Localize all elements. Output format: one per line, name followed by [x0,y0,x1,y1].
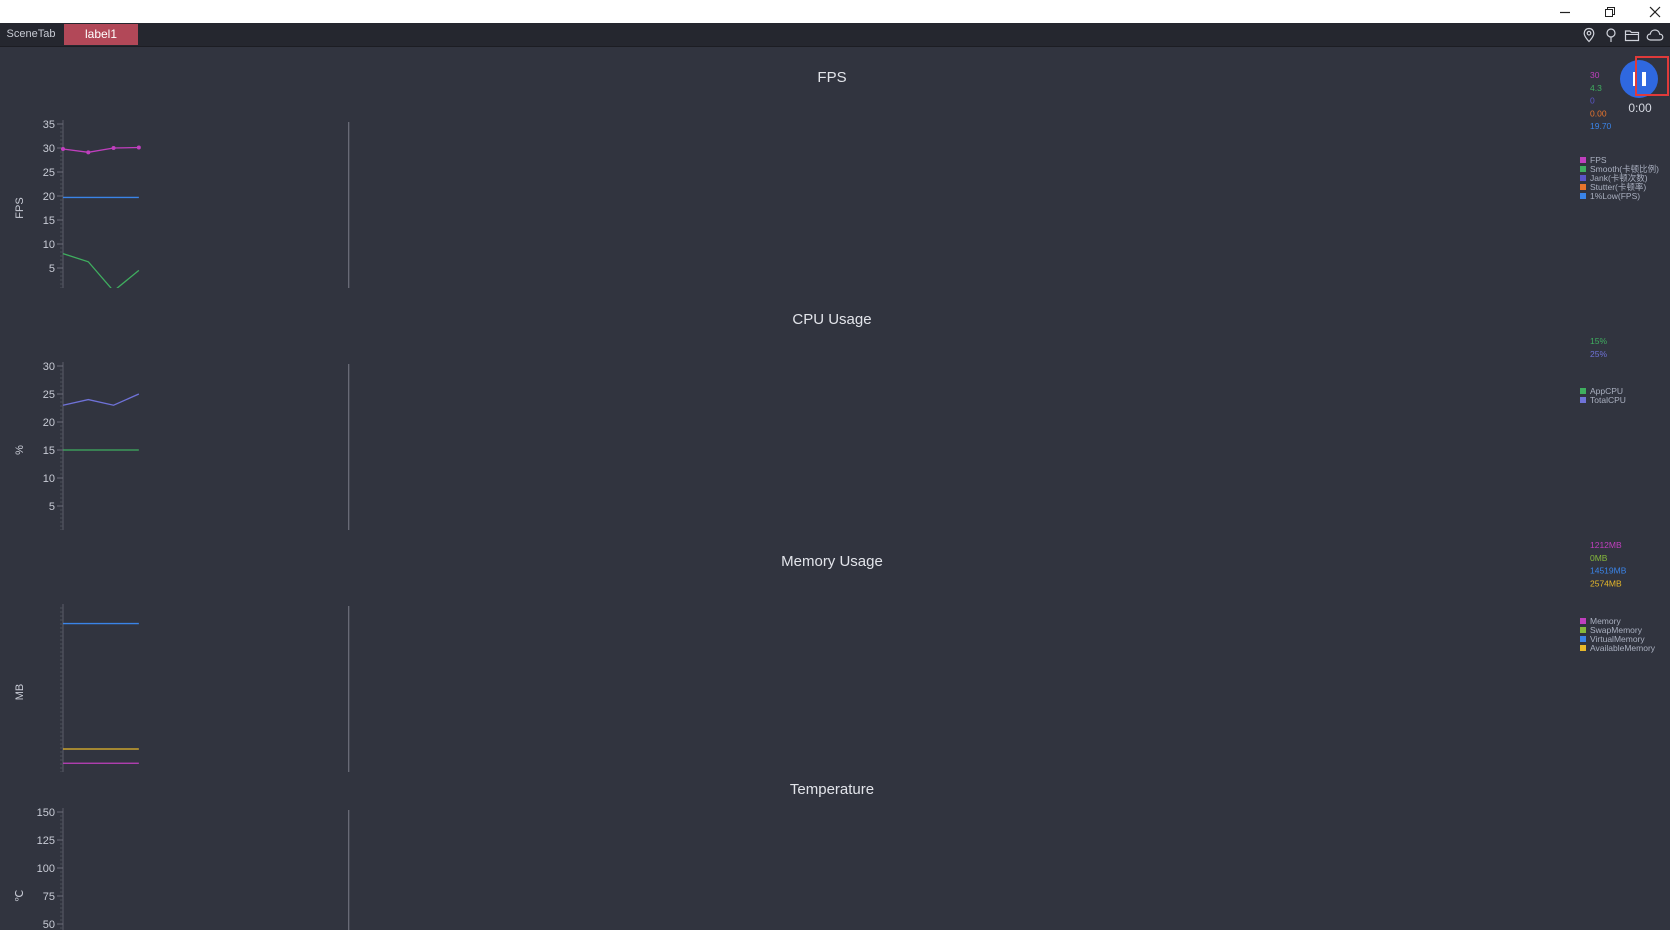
pause-button[interactable] [1620,60,1658,98]
current-value-swapmemory: 0MB [1590,553,1608,563]
restore-icon [1605,6,1615,17]
tab-label1[interactable]: label1 [64,24,138,45]
series-point-fps [86,150,91,155]
y-tick-label: 15 [43,215,55,227]
y-tick-label: 20 [43,417,55,429]
close-button[interactable] [1635,0,1670,23]
cloud-icon[interactable] [1646,27,1664,43]
legend-swatch-totalcpu [1580,397,1586,403]
y-tick-label: 5 [49,263,55,275]
current-value-jank: 0 [1590,96,1595,106]
pause-icon-bar [1641,72,1646,86]
y-axis-label: MB [14,684,26,701]
legend-swatch-virtualmemory [1580,636,1586,642]
pause-icon [1632,72,1637,86]
fps-chart: FPSFPS051015202530350:000:040:080:120:16… [14,69,1659,288]
chart-title: Temperature [790,781,874,798]
legend-swatch-jank [1580,175,1586,181]
current-value-totalcpu: 25% [1590,349,1607,359]
pin-icon[interactable] [1603,27,1619,43]
y-tick-label: 5 [49,501,55,513]
legend-swatch-1%low-fps [1580,193,1586,199]
y-tick-label: 100 [37,863,55,875]
scene-tab-bar: SceneTab label1 [0,23,1670,47]
series-point-fps [111,146,116,150]
location-icon[interactable] [1581,27,1597,43]
restore-button[interactable] [1590,0,1630,23]
legend-swatch-swapmemory [1580,627,1586,633]
current-value-1%low-fps: 19.70 [1590,121,1612,131]
chart-title: FPS [817,69,846,86]
folder-icon[interactable] [1624,27,1640,43]
y-tick-label: 125 [37,835,55,847]
current-value-smooth: 4.3 [1590,83,1602,93]
legend-swatch-stutter [1580,184,1586,190]
legend-swatch-fps [1580,157,1586,163]
legend-swatch-appcpu [1580,388,1586,394]
series-point-fps [136,145,141,150]
current-value-memory: 1212MB [1590,540,1622,550]
current-value-virtualmemory: 14519MB [1590,566,1627,576]
y-tick-label: 50 [43,919,55,930]
elapsed-time: 0:00 [1628,101,1652,115]
y-tick-label: 35 [43,119,55,131]
close-icon [1649,6,1661,17]
legend-label-availablememory: AvailableMemory [1590,643,1656,653]
y-tick-label: 30 [43,143,55,155]
temperature-chart: Temperature ℃ 50 75 100 125 150 [14,781,874,930]
y-tick-label: 15 [43,445,55,457]
y-tick-label: 25 [43,389,55,401]
y-tick-label: 10 [43,239,55,251]
chart-title: CPU Usage [792,311,871,328]
legend-label-1%low-fps: 1%Low(FPS) [1590,191,1640,201]
legend-swatch-smooth [1580,166,1586,172]
memory-usage-chart: Memory UsageMB0:000:040:080:120:160:200:… [14,540,1656,772]
series-line-smooth [62,252,140,288]
legend-swatch-availablememory [1580,645,1586,651]
current-value-availablememory: 2574MB [1590,578,1622,588]
series-line-fps [62,146,139,153]
tab-scene[interactable]: SceneTab [0,24,62,45]
y-tick-label: 20 [43,191,55,203]
y-tick-label: 10 [43,473,55,485]
current-value-appcpu: 15% [1590,336,1607,346]
legend-swatch-memory [1580,618,1586,624]
minimize-icon [1560,11,1570,13]
series-line-totalcpu [62,393,140,406]
series-point-fps [61,146,65,151]
chart-title: Memory Usage [781,553,883,570]
window-titlebar [0,0,1670,23]
y-axis-label: ℃ [14,890,26,902]
y-tick-label: 25 [43,167,55,179]
y-axis-label: FPS [14,197,26,218]
minimize-button[interactable] [1545,0,1585,23]
current-value-stutter: 0.00 [1590,108,1607,118]
current-value-fps: 30 [1590,70,1600,80]
cpu-usage-chart: CPU Usage%0510152025300:000:040:080:120:… [14,311,1626,530]
y-axis-label: % [14,445,26,455]
y-tick-label: 150 [37,807,55,819]
legend-label-totalcpu: TotalCPU [1590,395,1626,405]
y-tick-label: 30 [43,361,55,373]
y-tick-label: 75 [43,891,55,903]
